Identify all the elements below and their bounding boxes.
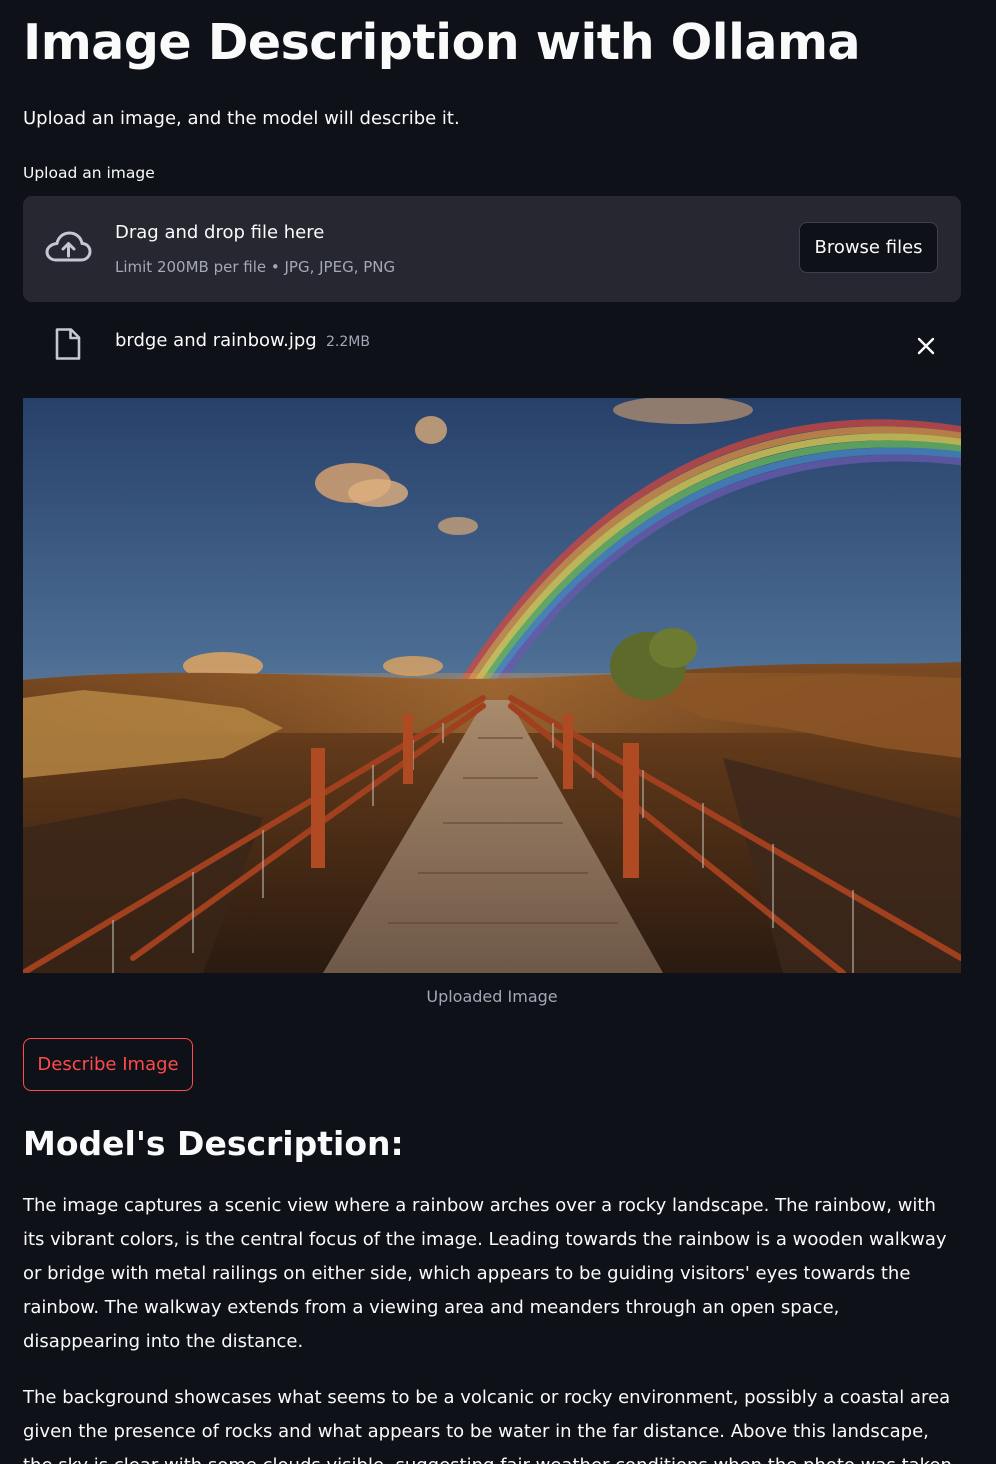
describe-image-button[interactable]: Describe Image [23, 1038, 193, 1091]
app-page: Image Description with Ollama Upload an … [0, 0, 996, 1464]
page-subtitle: Upload an image, and the model will desc… [23, 108, 460, 129]
uploaded-file-size: 2.2MB [326, 334, 370, 350]
description-paragraph: The background showcases what seems to b… [23, 1387, 958, 1464]
uploaded-file-row: brdge and rainbow.jpg 2.2MB [23, 318, 961, 368]
uploaded-image [23, 398, 961, 973]
cloud-upload-icon [45, 231, 92, 262]
bridge-rainbow-photo [23, 398, 961, 973]
description-heading: Model's Description: [23, 1124, 404, 1163]
file-icon [55, 328, 81, 360]
file-dropzone[interactable]: Drag and drop file here Limit 200MB per … [23, 196, 961, 302]
uploaded-file-name: brdge and rainbow.jpg [115, 330, 317, 351]
uploader-label: Upload an image [23, 164, 155, 182]
image-caption: Uploaded Image [426, 987, 558, 1006]
page-title: Image Description with Ollama [23, 14, 861, 71]
dropzone-title: Drag and drop file here [115, 222, 325, 243]
description-paragraph: The image captures a scenic view where a… [23, 1195, 947, 1352]
browse-files-button[interactable]: Browse files [799, 222, 938, 273]
close-icon[interactable] [913, 333, 939, 359]
dropzone-hint: Limit 200MB per file • JPG, JPEG, PNG [115, 258, 396, 276]
